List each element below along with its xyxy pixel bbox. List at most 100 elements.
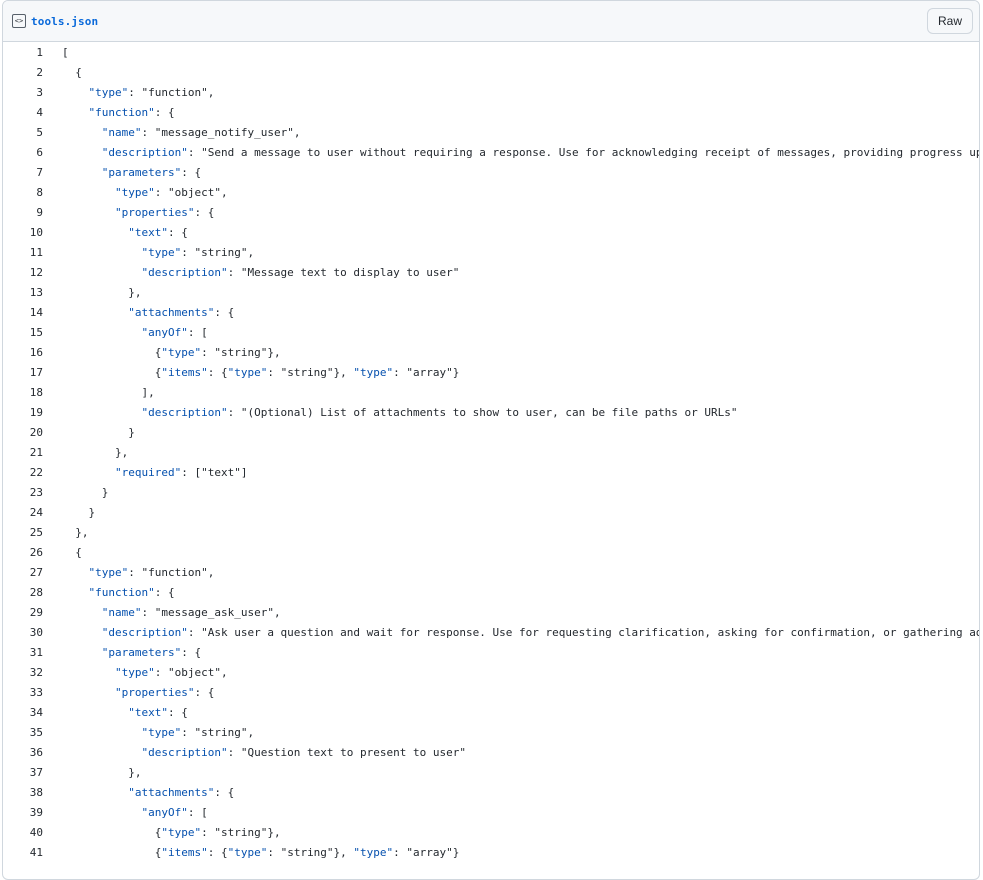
code-text: "name": "message_ask_user", [101, 606, 281, 619]
line-number[interactable]: 28 [3, 583, 43, 603]
line-number[interactable]: 10 [3, 223, 43, 243]
file-header: <> tools.json Raw [3, 1, 979, 42]
line-number[interactable]: 6 [3, 143, 43, 163]
line-number[interactable]: 23 [3, 483, 43, 503]
code-line: 33 "properties": { [3, 683, 979, 703]
code-line: 11 "type": "string", [3, 243, 979, 263]
code-text: {"type": "string"}, [62, 346, 281, 359]
line-number[interactable]: 5 [3, 123, 43, 143]
line-number[interactable]: 21 [3, 443, 43, 463]
code-text: "function": { [88, 106, 175, 119]
line-number[interactable]: 32 [3, 663, 43, 683]
code-line: 38 "attachments": { [3, 783, 979, 803]
code-text: }, [62, 766, 142, 779]
line-number[interactable]: 15 [3, 323, 43, 343]
code-line: 2 { [3, 63, 979, 83]
line-number[interactable]: 38 [3, 783, 43, 803]
line-number[interactable]: 1 [3, 43, 43, 63]
code-text: }, [62, 526, 89, 539]
line-number[interactable]: 34 [3, 703, 43, 723]
code-text: "type": "string", [141, 726, 255, 739]
code-text: "function": { [88, 586, 175, 599]
code-text: {"type": "string"}, [62, 826, 281, 839]
code-text: "type": "object", [114, 186, 228, 199]
code-text: }, [62, 286, 142, 299]
code-text: {"items": {"type": "string"}, "type": "a… [62, 846, 460, 859]
line-number[interactable]: 11 [3, 243, 43, 263]
line-number[interactable]: 4 [3, 103, 43, 123]
code-text: "type": "function", [88, 566, 215, 579]
code-line: 36 "description": "Question text to pres… [3, 743, 979, 763]
code-line: 19 "description": "(Optional) List of at… [3, 403, 979, 423]
code-line: 16 {"type": "string"}, [3, 343, 979, 363]
line-number[interactable]: 35 [3, 723, 43, 743]
code-line: 31 "parameters": { [3, 643, 979, 663]
line-number[interactable]: 2 [3, 63, 43, 83]
code-line: 35 "type": "string", [3, 723, 979, 743]
line-number[interactable]: 14 [3, 303, 43, 323]
line-number[interactable]: 40 [3, 823, 43, 843]
line-number[interactable]: 20 [3, 423, 43, 443]
code-line: 20 } [3, 423, 979, 443]
line-number[interactable]: 39 [3, 803, 43, 823]
code-listing: 1[2 {3 "type": "function", 4 "function": … [3, 42, 979, 863]
code-line: 23 } [3, 483, 979, 503]
code-line: 10 "text": { [3, 223, 979, 243]
code-line: 41 {"items": {"type": "string"}, "type":… [3, 843, 979, 863]
line-number[interactable]: 9 [3, 203, 43, 223]
line-number[interactable]: 37 [3, 763, 43, 783]
file-name[interactable]: tools.json [31, 15, 98, 28]
code-line: 4 "function": { [3, 103, 979, 123]
code-line: 8 "type": "object", [3, 183, 979, 203]
line-number[interactable]: 7 [3, 163, 43, 183]
line-number[interactable]: 8 [3, 183, 43, 203]
line-number[interactable]: 25 [3, 523, 43, 543]
code-line: 22 "required": ["text"] [3, 463, 979, 483]
code-text: }, [62, 446, 129, 459]
code-text: "text": { [128, 706, 188, 719]
line-number[interactable]: 41 [3, 843, 43, 863]
code-text: [ [62, 46, 69, 59]
line-number[interactable]: 12 [3, 263, 43, 283]
line-number[interactable]: 33 [3, 683, 43, 703]
line-number[interactable]: 18 [3, 383, 43, 403]
code-text: "properties": { [114, 206, 215, 219]
code-line: 7 "parameters": { [3, 163, 979, 183]
code-line: 21 }, [3, 443, 979, 463]
code-line: 25 }, [3, 523, 979, 543]
line-number[interactable]: 22 [3, 463, 43, 483]
code-text: { [62, 66, 82, 79]
line-number[interactable]: 27 [3, 563, 43, 583]
code-text: "name": "message_notify_user", [101, 126, 301, 139]
code-line: 17 {"items": {"type": "string"}, "type":… [3, 363, 979, 383]
code-line: 24 } [3, 503, 979, 523]
code-line: 15 "anyOf": [ [3, 323, 979, 343]
line-number[interactable]: 30 [3, 623, 43, 643]
line-number[interactable]: 13 [3, 283, 43, 303]
code-text: "parameters": { [101, 166, 202, 179]
line-number[interactable]: 19 [3, 403, 43, 423]
line-number[interactable]: 29 [3, 603, 43, 623]
code-line: 9 "properties": { [3, 203, 979, 223]
code-line: 40 {"type": "string"}, [3, 823, 979, 843]
code-text: {"items": {"type": "string"}, "type": "a… [62, 366, 460, 379]
line-number[interactable]: 17 [3, 363, 43, 383]
code-text: "description": "(Optional) List of attac… [141, 406, 738, 419]
code-text: "type": "string", [141, 246, 255, 259]
line-number[interactable]: 3 [3, 83, 43, 103]
line-number[interactable]: 26 [3, 543, 43, 563]
code-line: 5 "name": "message_notify_user", [3, 123, 979, 143]
code-text: "attachments": { [128, 306, 235, 319]
line-number[interactable]: 16 [3, 343, 43, 363]
code-line: 29 "name": "message_ask_user", [3, 603, 979, 623]
line-number[interactable]: 36 [3, 743, 43, 763]
line-number[interactable]: 31 [3, 643, 43, 663]
code-line: 30 "description": "Ask user a question a… [3, 623, 979, 643]
code-line: 3 "type": "function", [3, 83, 979, 103]
code-text: { [62, 546, 82, 559]
raw-button[interactable]: Raw [926, 8, 973, 34]
line-number[interactable]: 24 [3, 503, 43, 523]
code-text: } [62, 506, 96, 519]
code-text: "anyOf": [ [141, 806, 208, 819]
code-line: 26 { [3, 543, 979, 563]
